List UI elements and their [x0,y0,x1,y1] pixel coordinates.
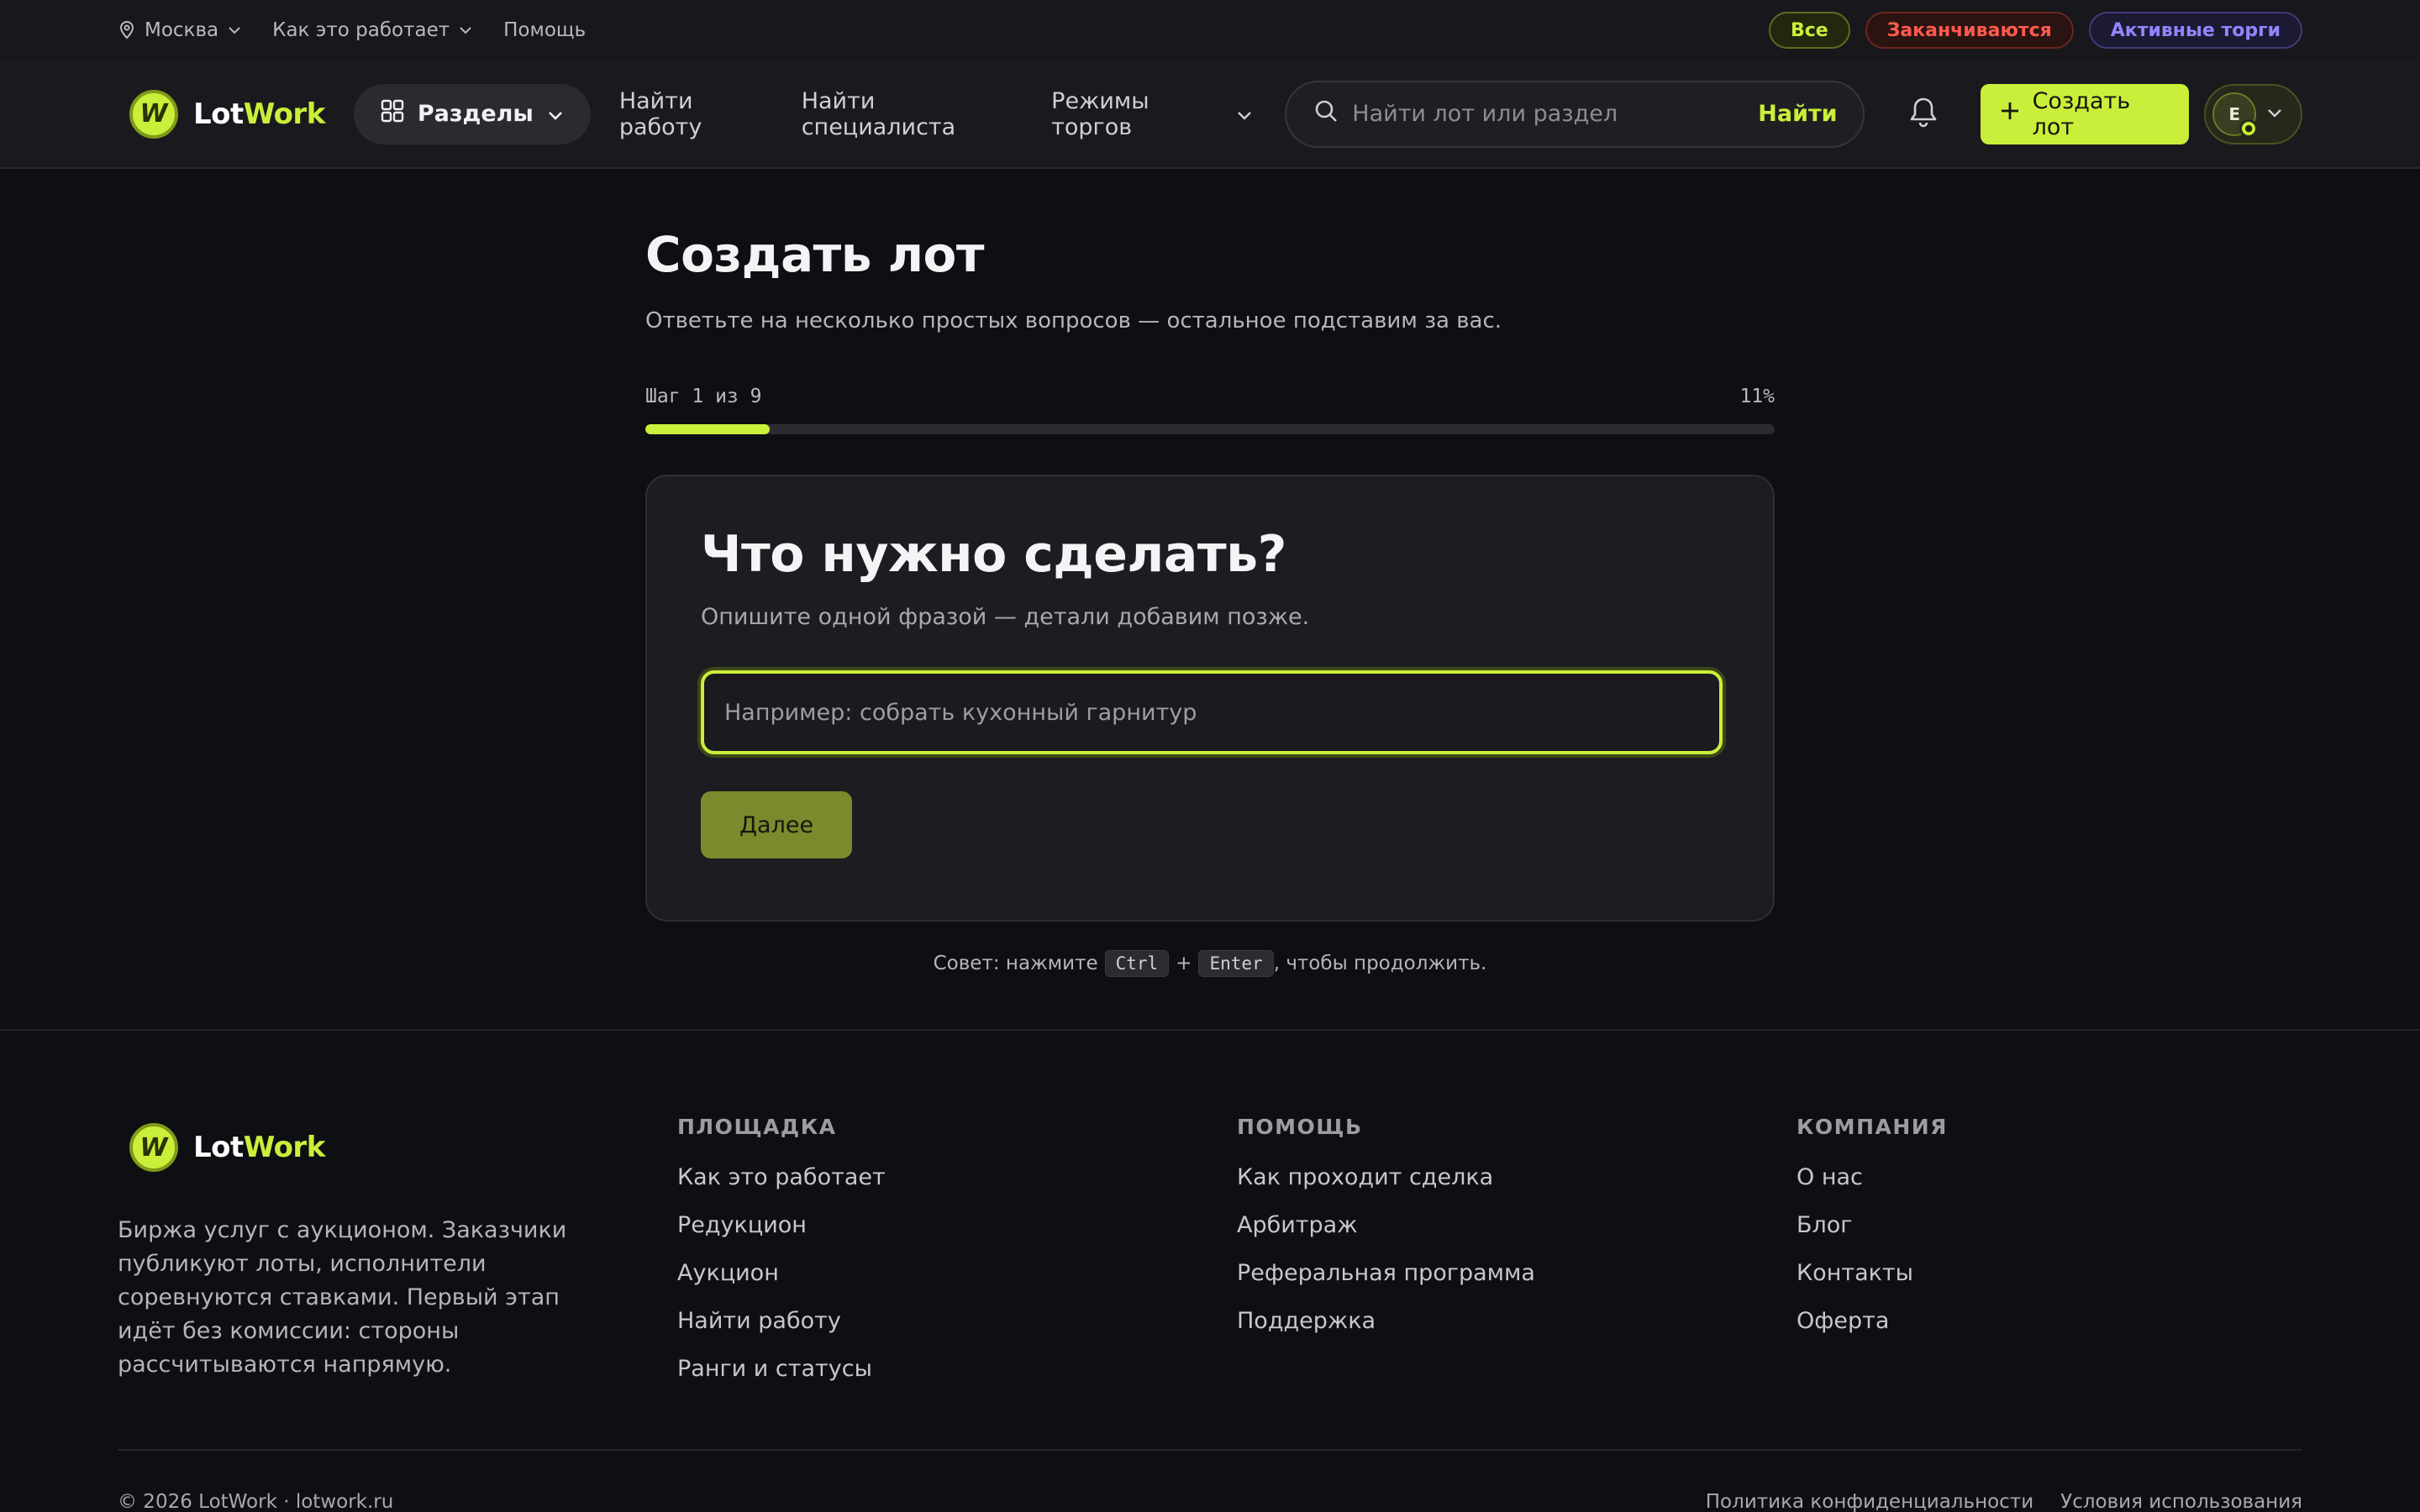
question-card: Что нужно сделать? Опишите одной фразой … [645,475,1775,921]
footer-link[interactable]: Арбитраж [1237,1212,1535,1238]
logo-icon: W [129,89,178,139]
footer-divider [118,1449,2302,1451]
main-nav: Найти работу Найти специалиста Режимы то… [619,88,1253,140]
city-selector[interactable]: Москва [118,19,242,41]
logo-icon: W [129,1123,178,1172]
question-subtitle: Опишите одной фразой — детали добавим по… [701,604,1310,630]
main-header: W LotWork Разделы Найти работу Найти спе… [0,60,2420,169]
footer-link[interactable]: Ранги и статусы [677,1356,886,1382]
footer-link[interactable]: Аукцион [677,1260,886,1286]
search-input[interactable]: Найти лот или раздел [1352,101,1744,127]
how-it-works-label: Как это работает [272,19,450,41]
logo-text: LotWork [193,1131,325,1164]
copyright: © 2026 LotWork · lotwork.ru [118,1491,394,1512]
footer: W LotWork Биржа услуг с аукционом. Заказ… [0,1029,2420,1512]
grid-icon [381,99,404,129]
step-indicator: Шаг 1 из 9 11% [645,386,1775,407]
page-title: Создать лот [645,226,985,283]
avatar: E ● [2212,92,2259,138]
nav-auction-modes[interactable]: Режимы торгов [1051,88,1253,140]
footer-link[interactable]: Оферта [1797,1308,1948,1334]
footer-col-title: ПЛОЩАДКА [677,1115,837,1139]
city-label: Москва [145,19,219,41]
progress-percent: 11% [1739,386,1775,407]
top-strip: Москва Как это работает Помощь Все Закан… [0,0,2420,60]
footer-link[interactable]: Редукцион [677,1212,886,1238]
footer-col-title: КОМПАНИЯ [1797,1115,1948,1139]
hint-plus: + [1176,953,1192,974]
footer-link[interactable]: Поддержка [1237,1308,1535,1334]
logo-text: LotWork [193,97,325,131]
hint-prefix: Совет: нажмите [933,953,1098,974]
footer-logo[interactable]: W LotWork [129,1123,622,1172]
help-link[interactable]: Помощь [503,19,586,41]
plus-icon [1999,100,2021,128]
create-lot-page: Создать лот Ответьте на несколько просты… [645,169,1775,977]
kbd-ctrl: Ctrl [1104,950,1170,977]
terms-of-use-link[interactable]: Условия использования [2060,1491,2302,1512]
nav-auction-modes-label: Режимы торгов [1051,87,1150,140]
footer-link[interactable]: Реферальная программа [1237,1260,1535,1286]
bell-icon[interactable] [1908,96,1939,133]
task-input[interactable] [701,670,1723,754]
nav-find-specialist[interactable]: Найти специалиста [802,88,1024,140]
chevron-down-icon [458,25,473,35]
profile-menu[interactable]: E ● [2204,83,2302,144]
status-badge-icon: ● [2239,118,2259,138]
footer-link[interactable]: Как проходит сделка [1237,1164,1535,1190]
question-title: Что нужно сделать? [701,525,1286,584]
footer-link[interactable]: Блог [1797,1212,1948,1238]
create-lot-label: Создать лот [2032,87,2131,140]
footer-col-title: ПОМОЩЬ [1237,1115,1363,1139]
search-bar[interactable]: Найти лот или раздел Найти [1285,80,1865,148]
chevron-down-icon [547,101,564,127]
progress-fill [645,424,770,434]
location-pin-icon [118,20,136,40]
chevron-down-icon [1236,101,1253,127]
footer-link[interactable]: Как это работает [677,1164,886,1190]
next-button[interactable]: Далее [701,791,852,858]
footer-col-platform: ПЛОЩАДКА Как это работает Редукцион Аукц… [677,1115,886,1382]
footer-link[interactable]: О нас [1797,1164,1948,1190]
progress-bar [645,424,1775,434]
keyboard-hint: Совет: нажмите Ctrl + Enter, чтобы продо… [645,950,1775,977]
how-it-works-menu[interactable]: Как это работает [272,19,473,41]
footer-brand: W LotWork Биржа услуг с аукционом. Заказ… [118,1123,622,1382]
kbd-enter: Enter [1198,950,1274,977]
footer-link[interactable]: Найти работу [677,1308,886,1334]
logo[interactable]: W LotWork [129,89,325,139]
page-subtitle: Ответьте на несколько простых вопросов —… [645,308,1502,333]
footer-col-company: КОМПАНИЯ О нас Блог Контакты Оферта [1797,1115,1948,1334]
step-label: Шаг 1 из 9 [645,386,762,407]
hint-suffix: , чтобы продолжить. [1273,953,1487,974]
filter-active-auctions[interactable]: Активные торги [2088,12,2302,49]
footer-col-help: ПОМОЩЬ Как проходит сделка Арбитраж Рефе… [1237,1115,1535,1334]
search-icon [1313,98,1339,129]
footer-bottom: © 2026 LotWork · lotwork.ru Политика кон… [118,1491,2302,1512]
legal-links: Политика конфиденциальности Условия испо… [1706,1491,2302,1512]
search-button[interactable]: Найти [1758,101,1837,127]
footer-link[interactable]: Контакты [1797,1260,1948,1286]
filter-all[interactable]: Все [1768,12,1850,49]
nav-find-work[interactable]: Найти работу [619,88,775,140]
footer-description: Биржа услуг с аукционом. Заказчики публи… [118,1217,567,1378]
privacy-policy-link[interactable]: Политика конфиденциальности [1706,1491,2033,1512]
sections-button[interactable]: Разделы [353,83,591,144]
sections-label: Разделы [417,101,534,127]
filter-ending[interactable]: Заканчиваются [1865,12,2074,49]
chevron-down-icon [227,25,242,35]
chevron-down-icon [2266,106,2283,122]
create-lot-button[interactable]: Создать лот [1980,83,2190,144]
